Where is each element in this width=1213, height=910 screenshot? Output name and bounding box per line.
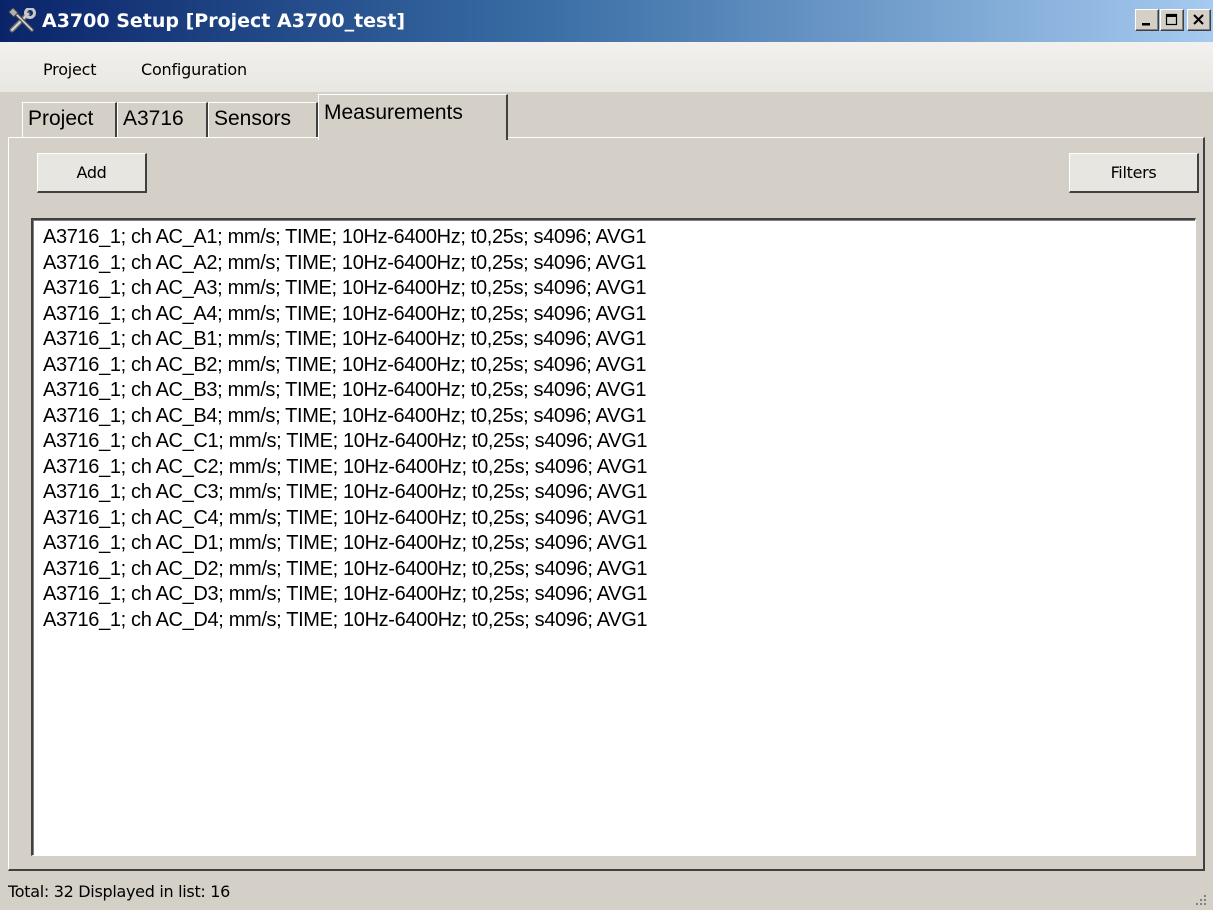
add-button[interactable]: Add [37,153,147,193]
maximize-icon [1165,13,1178,26]
list-item[interactable]: A3716_1; ch AC_B4; mm/s; TIME; 10Hz-6400… [33,404,1195,430]
status-text: Total: 32 Displayed in list: 16 [8,882,231,901]
menu-bar: Project Configuration [0,42,1213,92]
status-bar: Total: 32 Displayed in list: 16 [0,871,1213,910]
measurements-panel: Add Filters A3716_1; ch AC_A1; mm/s; TIM… [8,137,1205,871]
tab-project[interactable]: Project [22,102,117,138]
menu-configuration[interactable]: Configuration [141,60,247,79]
list-item[interactable]: A3716_1; ch AC_B3; mm/s; TIME; 10Hz-6400… [33,378,1195,404]
list-item[interactable]: A3716_1; ch AC_A2; mm/s; TIME; 10Hz-6400… [33,251,1195,277]
list-item[interactable]: A3716_1; ch AC_A4; mm/s; TIME; 10Hz-6400… [33,302,1195,328]
list-item[interactable]: A3716_1; ch AC_B2; mm/s; TIME; 10Hz-6400… [33,353,1195,379]
title-bar[interactable]: A3700 Setup [Project A3700_test] [0,0,1213,42]
list-item[interactable]: A3716_1; ch AC_D1; mm/s; TIME; 10Hz-6400… [33,531,1195,557]
tab-a3716[interactable]: A3716 [117,102,208,138]
close-icon [1193,14,1204,25]
list-item[interactable]: A3716_1; ch AC_C1; mm/s; TIME; 10Hz-6400… [33,429,1195,455]
close-button[interactable] [1187,9,1211,31]
maximize-button[interactable] [1160,9,1184,31]
caption-buttons [1134,9,1211,33]
minimize-icon [1142,23,1150,26]
filters-button-label: Filters [1110,163,1157,182]
list-item[interactable]: A3716_1; ch AC_C4; mm/s; TIME; 10Hz-6400… [33,506,1195,532]
tools-icon[interactable] [8,7,38,34]
list-item[interactable]: A3716_1; ch AC_C3; mm/s; TIME; 10Hz-6400… [33,480,1195,506]
menu-project[interactable]: Project [43,60,97,79]
list-item[interactable]: A3716_1; ch AC_B1; mm/s; TIME; 10Hz-6400… [33,327,1195,353]
window-title: A3700 Setup [Project A3700_test] [42,10,406,32]
resize-grip-icon[interactable] [1193,892,1207,906]
list-item[interactable]: A3716_1; ch AC_D4; mm/s; TIME; 10Hz-6400… [33,608,1195,634]
app-window: A3700 Setup [Project A3700_test] Project… [0,0,1213,910]
list-item[interactable]: A3716_1; ch AC_C2; mm/s; TIME; 10Hz-6400… [33,455,1195,481]
measurements-list[interactable]: A3716_1; ch AC_A1; mm/s; TIME; 10Hz-6400… [31,218,1196,856]
tab-measurements[interactable]: Measurements [318,94,508,140]
list-item[interactable]: A3716_1; ch AC_D2; mm/s; TIME; 10Hz-6400… [33,557,1195,583]
list-item[interactable]: A3716_1; ch AC_D3; mm/s; TIME; 10Hz-6400… [33,582,1195,608]
list-item[interactable]: A3716_1; ch AC_A1; mm/s; TIME; 10Hz-6400… [33,225,1195,251]
minimize-button[interactable] [1135,9,1159,31]
tab-sensors[interactable]: Sensors [208,102,318,138]
tab-strip: Project A3716 Sensors Measurements [0,92,1213,140]
add-button-label: Add [76,163,107,182]
measurements-list-items: A3716_1; ch AC_A1; mm/s; TIME; 10Hz-6400… [33,220,1195,633]
list-item[interactable]: A3716_1; ch AC_A3; mm/s; TIME; 10Hz-6400… [33,276,1195,302]
filters-button[interactable]: Filters [1069,153,1199,193]
